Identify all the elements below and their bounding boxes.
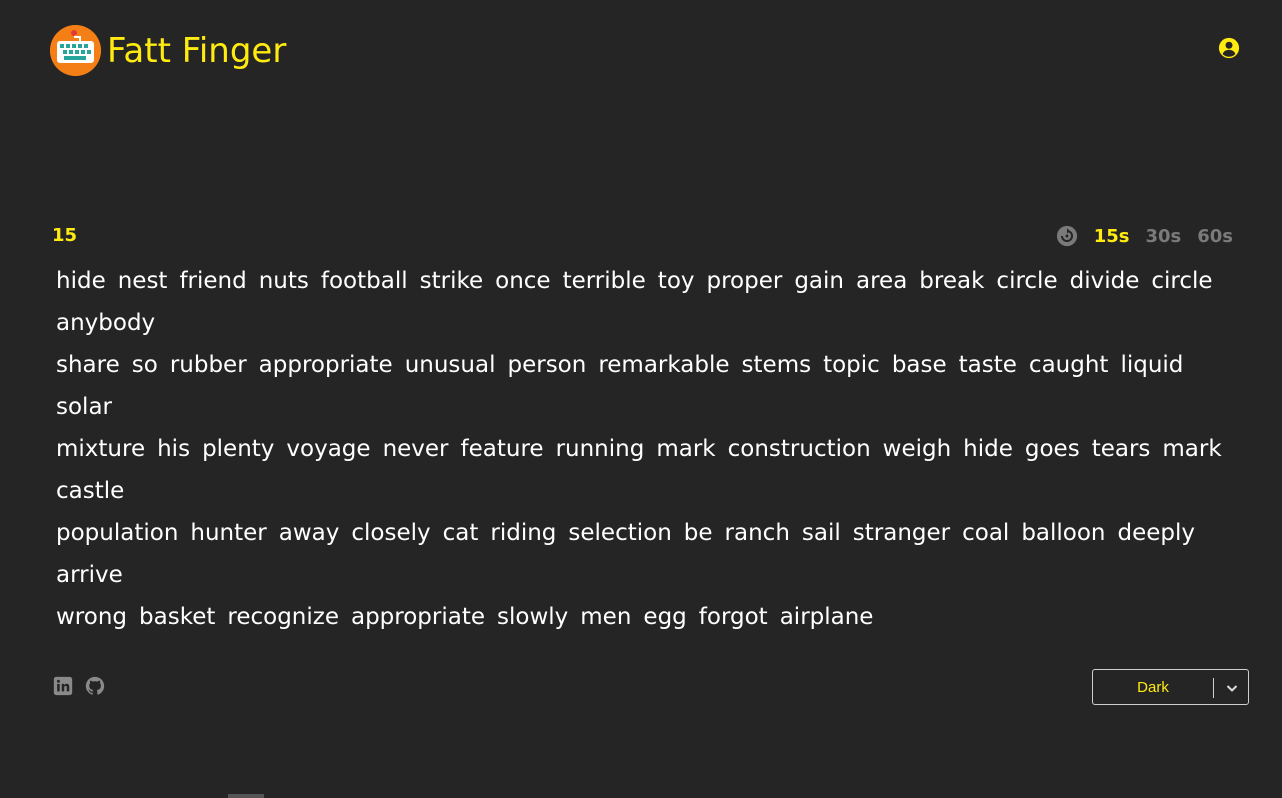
theme-select[interactable]: Dark: [1092, 669, 1249, 705]
word: cat: [442, 520, 479, 546]
word-line: mixture his plenty voyage never feature runnin…: [56, 428, 1246, 512]
word: castle: [56, 478, 125, 504]
word: stems: [741, 352, 812, 378]
word: topic: [823, 352, 880, 378]
word: tears: [1091, 436, 1151, 462]
word: closely: [351, 520, 431, 546]
word: once: [495, 268, 551, 294]
word: stranger: [852, 520, 951, 546]
word: recognize: [227, 604, 339, 630]
word: proper: [706, 268, 783, 294]
word-line: population hunter away closely cat riding sele…: [56, 512, 1246, 596]
word: area: [856, 268, 908, 294]
word: toy: [657, 268, 695, 294]
word: gain: [794, 268, 844, 294]
word: share: [56, 352, 120, 378]
linkedin-icon[interactable]: [53, 676, 73, 696]
word: taste: [958, 352, 1017, 378]
word: basket: [139, 604, 216, 630]
word: hide: [56, 268, 106, 294]
word: strike: [419, 268, 484, 294]
word: caught: [1028, 352, 1109, 378]
restart-icon[interactable]: [1056, 225, 1078, 247]
timer-countdown: 15: [52, 225, 78, 246]
keyboard-icon[interactable]: [50, 25, 101, 76]
time-options: 15s 30s 60s: [1056, 222, 1233, 250]
chevron-down-icon[interactable]: [1225, 681, 1239, 695]
word: airplane: [779, 604, 874, 630]
word: break: [919, 268, 985, 294]
word: solar: [56, 394, 112, 420]
word: slowly: [497, 604, 569, 630]
word: men: [580, 604, 632, 630]
word: terrible: [562, 268, 646, 294]
word: friend: [179, 268, 247, 294]
test-toolbar: 15 15s 30s 60s: [52, 222, 1233, 250]
app-title[interactable]: Fatt Finger: [107, 28, 286, 74]
word: be: [683, 520, 713, 546]
word: nest: [117, 268, 168, 294]
word: coal: [962, 520, 1010, 546]
word: anybody: [56, 310, 156, 336]
theme-select-value: Dark: [1137, 679, 1169, 696]
social-links: [53, 676, 105, 696]
word: wrong: [56, 604, 128, 630]
word: liquid: [1120, 352, 1184, 378]
word: appropriate: [350, 604, 486, 630]
word: away: [278, 520, 340, 546]
word: weigh: [882, 436, 952, 462]
app-header: Fatt Finger: [50, 25, 1240, 77]
word: nuts: [258, 268, 309, 294]
word: circle: [996, 268, 1058, 294]
word: plenty: [202, 436, 275, 462]
github-icon[interactable]: [85, 676, 105, 696]
word: person: [507, 352, 587, 378]
word-line: hide nest friend nuts football strike once terr…: [56, 260, 1246, 344]
word-line: share so rubber appropriate unusual person rem…: [56, 344, 1246, 428]
word: circle: [1151, 268, 1213, 294]
time-option-15s[interactable]: 15s: [1094, 226, 1130, 247]
word: arrive: [56, 562, 123, 588]
word: balloon: [1021, 520, 1106, 546]
time-option-60s[interactable]: 60s: [1197, 226, 1233, 247]
time-option-30s[interactable]: 30s: [1145, 226, 1181, 247]
word: feature: [460, 436, 544, 462]
word: never: [382, 436, 449, 462]
word: so: [131, 352, 158, 378]
word: hide: [963, 436, 1013, 462]
word: egg: [643, 604, 687, 630]
account-circle-icon[interactable]: [1218, 37, 1240, 59]
word: riding: [490, 520, 557, 546]
word: divide: [1069, 268, 1140, 294]
word: mark: [656, 436, 716, 462]
word: football: [320, 268, 408, 294]
word: deeply: [1117, 520, 1196, 546]
word: rubber: [169, 352, 247, 378]
word: his: [157, 436, 191, 462]
word: mixture: [56, 436, 146, 462]
horizontal-scrollbar-thumb[interactable]: [228, 794, 264, 798]
word: hunter: [190, 520, 267, 546]
word: population: [56, 520, 179, 546]
word: base: [891, 352, 947, 378]
word: construction: [727, 436, 871, 462]
words-display[interactable]: hide nest friend nuts football strike once terr…: [56, 260, 1246, 638]
word: mark: [1162, 436, 1222, 462]
word-line: wrong basket recognize appropriate slowly men…: [56, 596, 1246, 638]
word: unusual: [404, 352, 496, 378]
word: voyage: [286, 436, 371, 462]
word: goes: [1024, 436, 1080, 462]
word: running: [555, 436, 645, 462]
word: appropriate: [258, 352, 393, 378]
word: sail: [801, 520, 841, 546]
word: remarkable: [598, 352, 730, 378]
word: forgot: [698, 604, 768, 630]
word: selection: [568, 520, 672, 546]
theme-select-divider: [1213, 678, 1214, 698]
word: ranch: [724, 520, 790, 546]
